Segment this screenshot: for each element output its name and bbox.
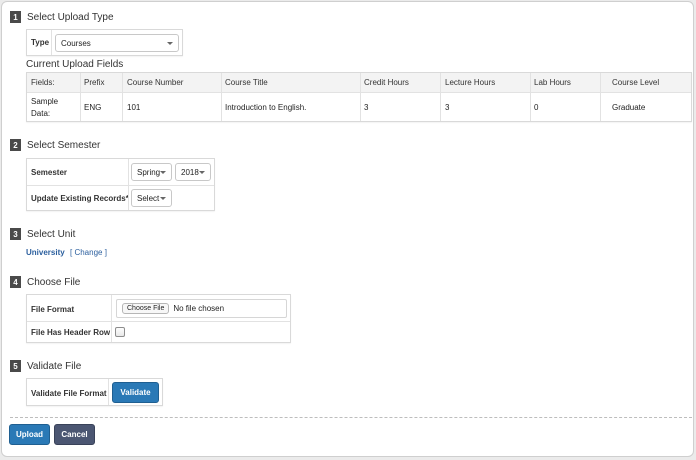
cell-divider: [108, 379, 109, 405]
term-select-value: Spring: [137, 167, 161, 177]
chevron-down-icon: [167, 42, 173, 45]
col-header-course-number: Course Number: [127, 78, 184, 87]
col-divider: [600, 73, 601, 121]
col-header-credit-hours: Credit Hours: [364, 78, 409, 87]
cell-divider: [51, 30, 52, 55]
row-divider: [27, 321, 290, 322]
sample-lab-hours: 0: [534, 103, 539, 112]
step-number: 5: [10, 360, 21, 372]
type-select[interactable]: Courses: [55, 34, 179, 52]
semester-label: Semester: [31, 168, 68, 177]
section-semester-header: 2 Select Semester: [10, 138, 100, 152]
step-number: 2: [10, 139, 21, 151]
section-title: Validate File: [27, 360, 82, 372]
update-existing-select[interactable]: Select: [131, 189, 172, 207]
col-divider: [221, 73, 222, 121]
col-divider: [530, 73, 531, 121]
type-label: Type: [31, 38, 50, 47]
term-select[interactable]: Spring: [131, 163, 172, 181]
current-upload-fields-title: Current Upload Fields: [26, 59, 124, 70]
col-divider: [122, 73, 123, 121]
sample-course-level: Graduate: [612, 103, 646, 112]
step-number: 1: [10, 11, 21, 23]
header-row-label: File Has Header Row: [31, 328, 111, 337]
col-header-lab-hours: Lab Hours: [534, 78, 571, 87]
col-divider: [360, 73, 361, 121]
cancel-button[interactable]: Cancel: [54, 424, 95, 445]
col-divider: [440, 73, 441, 121]
sample-prefix: ENG: [84, 103, 102, 112]
choose-file-button[interactable]: Choose File: [122, 303, 170, 314]
form-divider: [10, 417, 692, 418]
year-select-value: 2018: [181, 167, 199, 177]
section-title: Select Semester: [27, 139, 101, 151]
file-chosen-status: No file chosen: [173, 304, 225, 313]
sample-course-number: 101: [127, 103, 141, 112]
cell-divider: [111, 295, 112, 342]
section-unit-header: 3 Select Unit: [10, 227, 75, 241]
file-format-label: File Format: [31, 305, 75, 314]
col-header-course-level: Course Level: [612, 78, 660, 87]
type-select-value: Courses: [61, 38, 91, 48]
section-upload-type-header: 1 Select Upload Type: [10, 10, 114, 24]
col-header-course-title: Course Title: [225, 78, 268, 87]
sample-lecture-hours: 3: [445, 103, 450, 112]
upload-panel: 1 Select Upload Type Type Courses Curren…: [1, 1, 694, 457]
validate-label: Validate File Format: [31, 389, 107, 398]
section-choose-file-header: 4 Choose File: [10, 275, 80, 289]
file-input[interactable]: Choose File No file chosen: [116, 299, 287, 318]
year-select[interactable]: 2018: [175, 163, 211, 181]
semester-box: Semester Update Existing Records* Spring…: [26, 158, 215, 211]
sample-label-line1: Sample: [31, 97, 59, 106]
step-number: 4: [10, 276, 21, 288]
sample-course-title: Introduction to English.: [225, 103, 307, 112]
row-divider: [27, 185, 214, 186]
upload-fields-table: Fields: Prefix Course Number Course Titl…: [26, 72, 692, 122]
section-title: Choose File: [27, 276, 81, 288]
chevron-down-icon: [160, 197, 166, 200]
col-header-lecture-hours: Lecture Hours: [445, 78, 496, 87]
col-divider: [80, 73, 81, 121]
section-title: Select Upload Type: [27, 11, 114, 23]
change-unit-link[interactable]: [ Change ]: [70, 248, 107, 257]
upload-type-box: Type Courses: [26, 29, 183, 56]
step-number: 3: [10, 228, 21, 240]
chevron-down-icon: [199, 171, 205, 174]
col-header-prefix: Prefix: [84, 78, 105, 87]
sample-label-line2: Data:: [31, 109, 51, 118]
update-existing-value: Select: [137, 193, 160, 203]
unit-name: University: [26, 248, 65, 257]
row-divider: [27, 92, 691, 93]
section-title: Select Unit: [27, 228, 76, 240]
update-existing-label: Update Existing Records*: [31, 194, 129, 203]
choose-file-box: File Format File Has Header Row Choose F…: [26, 294, 291, 343]
col-header-fields: Fields:: [31, 78, 55, 87]
header-row-checkbox[interactable]: [115, 327, 125, 337]
chevron-down-icon: [160, 171, 166, 174]
section-validate-header: 5 Validate File: [10, 359, 81, 373]
validate-button[interactable]: Validate: [112, 382, 159, 403]
upload-button[interactable]: Upload: [9, 424, 50, 445]
validate-box: Validate File Format Validate: [26, 378, 163, 406]
sample-credit-hours: 3: [364, 103, 369, 112]
